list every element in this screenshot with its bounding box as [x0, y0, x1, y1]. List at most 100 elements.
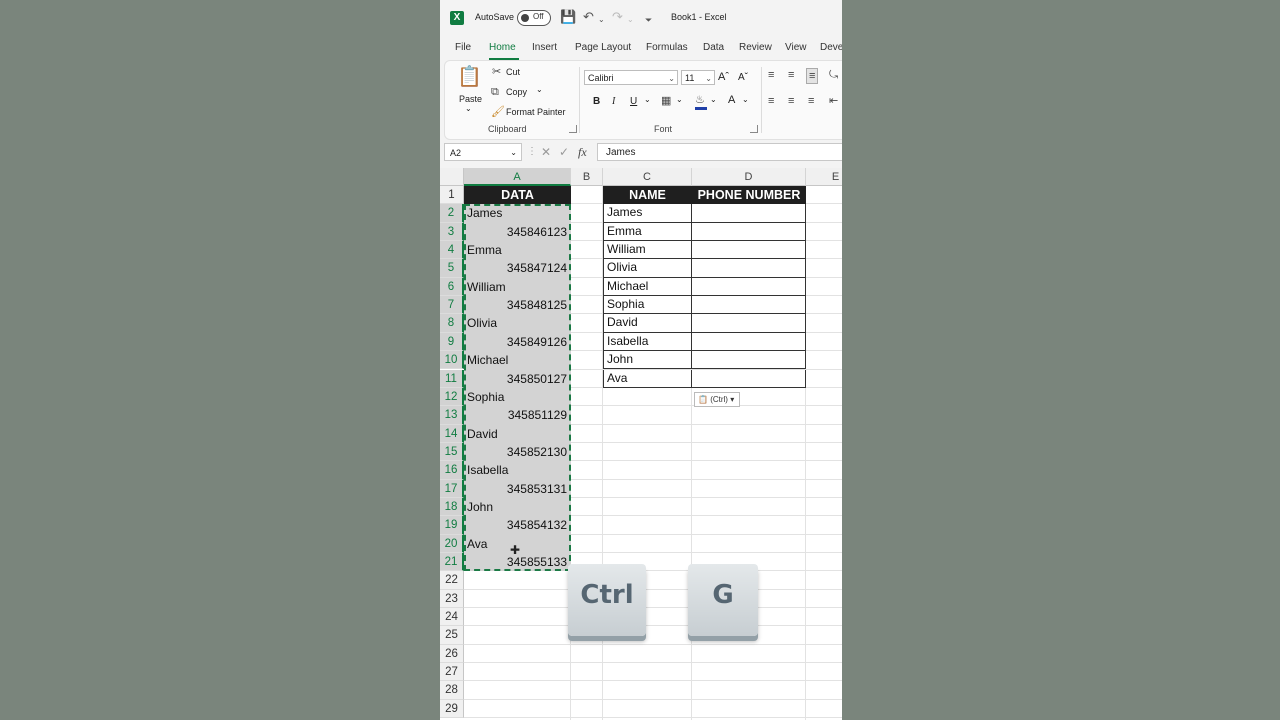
column-header-d[interactable]: D	[692, 168, 806, 186]
cell-d6[interactable]	[691, 277, 806, 297]
row-header-21[interactable]: 21	[440, 553, 464, 572]
decrease-indent-icon[interactable]: ⇤	[829, 94, 838, 108]
decrease-font-size-icon[interactable]: Aˇ	[738, 72, 748, 83]
tab-data[interactable]: Data	[703, 42, 724, 53]
row-header-1[interactable]: 1	[440, 186, 464, 205]
align-center-icon[interactable]: ≡	[788, 94, 794, 108]
row-header-27[interactable]: 27	[440, 663, 464, 682]
font-color-icon[interactable]: A	[728, 94, 735, 106]
row-header-28[interactable]: 28	[440, 681, 464, 700]
align-bottom-icon[interactable]: ≡	[806, 68, 819, 84]
italic-button[interactable]: I	[612, 96, 615, 107]
row-header-14[interactable]: 14	[440, 424, 464, 443]
cell-c4[interactable]: William	[603, 241, 692, 260]
row-header-11[interactable]: 11	[440, 369, 464, 388]
tab-developer[interactable]: Deve	[820, 42, 842, 53]
cancel-icon[interactable]: ✕	[541, 145, 551, 159]
cell-c8[interactable]: David	[603, 314, 692, 333]
row-header-23[interactable]: 23	[440, 589, 464, 609]
row-header-17[interactable]: 17	[440, 479, 464, 498]
row-header-13[interactable]: 13	[440, 406, 464, 425]
increase-font-size-icon[interactable]: Aˆ	[718, 71, 729, 83]
tab-insert[interactable]: Insert	[532, 42, 557, 53]
row-header-10[interactable]: 10	[440, 351, 464, 370]
tab-home[interactable]: Home	[489, 42, 516, 53]
column-header-a[interactable]: A	[464, 168, 571, 186]
cell-d9[interactable]	[691, 332, 806, 352]
cell-d2[interactable]	[691, 204, 806, 223]
cell-d5[interactable]	[691, 259, 806, 278]
phone-number-header-cell[interactable]: PHONE NUMBER	[692, 186, 806, 205]
row-header-4[interactable]: 4	[440, 241, 464, 260]
tab-review[interactable]: Review	[739, 42, 772, 53]
row-header-9[interactable]: 9	[440, 332, 464, 352]
format-painter-button[interactable]: Format Painter	[506, 107, 566, 117]
paste-icon[interactable]: 📋	[457, 66, 482, 88]
row-header-15[interactable]: 15	[440, 442, 464, 462]
cell-d4[interactable]	[691, 241, 806, 260]
row-header-18[interactable]: 18	[440, 497, 464, 517]
row-header-20[interactable]: 20	[440, 534, 464, 553]
column-header-b[interactable]: B	[571, 168, 603, 186]
row-header-8[interactable]: 8	[440, 314, 464, 333]
name-header-cell[interactable]: NAME	[603, 186, 692, 205]
row-header-2[interactable]: 2	[440, 204, 464, 223]
cell-c6[interactable]: Michael	[603, 277, 692, 297]
cell-c2[interactable]: James	[603, 204, 692, 223]
column-header-c[interactable]: C	[603, 168, 692, 186]
fill-color-dropdown-icon[interactable]: ⌄	[710, 95, 717, 104]
autosave-toggle[interactable]: Off	[517, 10, 551, 26]
align-right-icon[interactable]: ≡	[808, 94, 814, 108]
cell-d3[interactable]	[691, 222, 806, 242]
orientation-icon[interactable]: ⤿	[829, 68, 838, 82]
font-color-dropdown-icon[interactable]: ⌄	[742, 95, 749, 104]
tab-formulas[interactable]: Formulas	[646, 42, 688, 53]
worksheet-grid[interactable]: A B C D E 1 2 3 4 5 6 7 8 9 10 11 12 13 14 15 16 17 18 19 2…	[440, 168, 842, 720]
cell-d8[interactable]	[691, 314, 806, 333]
row-header-5[interactable]: 5	[440, 259, 464, 278]
cell-c5[interactable]: Olivia	[603, 259, 692, 278]
undo-dropdown-icon[interactable]: ⌄	[598, 12, 605, 28]
column-header-e[interactable]: E	[806, 168, 842, 186]
borders-icon[interactable]: ▦	[661, 94, 671, 108]
cell-c11[interactable]: Ava	[603, 369, 692, 388]
save-icon[interactable]: 💾	[560, 9, 576, 25]
paste-options-button[interactable]: 📋 (Ctrl) ▾	[694, 392, 740, 407]
row-header-26[interactable]: 26	[440, 644, 464, 664]
row-header-24[interactable]: 24	[440, 608, 464, 627]
cell-c9[interactable]: Isabella	[603, 332, 692, 352]
tab-view[interactable]: View	[785, 42, 807, 53]
align-top-icon[interactable]: ≡	[768, 68, 774, 82]
cell-d10[interactable]	[691, 351, 806, 370]
more-options-icon[interactable]: ⋮	[527, 146, 537, 157]
row-header-3[interactable]: 3	[440, 222, 464, 242]
align-left-icon[interactable]: ≡	[768, 94, 774, 108]
paste-dropdown-icon[interactable]: ⌄	[465, 104, 472, 113]
customize-toolbar-icon[interactable]: ⏷	[645, 12, 652, 28]
name-box[interactable]: A2 ⌄	[444, 143, 522, 161]
tab-file[interactable]: File	[455, 42, 471, 53]
underline-button[interactable]: U	[630, 96, 637, 107]
row-header-7[interactable]: 7	[440, 296, 464, 315]
row-header-6[interactable]: 6	[440, 277, 464, 297]
row-header-22[interactable]: 22	[440, 571, 464, 590]
row-header-16[interactable]: 16	[440, 461, 464, 480]
copy-dropdown-icon[interactable]: ⌄	[536, 85, 543, 94]
align-middle-icon[interactable]: ≡	[788, 68, 794, 82]
redo-icon[interactable]: ↷	[612, 9, 623, 25]
bold-button[interactable]: B	[593, 96, 600, 107]
enter-icon[interactable]: ✓	[559, 145, 569, 159]
cell-d7[interactable]	[691, 296, 806, 315]
clipboard-launcher-icon[interactable]	[569, 125, 577, 133]
row-header-25[interactable]: 25	[440, 626, 464, 645]
cell-c10[interactable]: John	[603, 351, 692, 370]
redo-dropdown-icon[interactable]: ⌄	[627, 12, 634, 28]
borders-dropdown-icon[interactable]: ⌄	[676, 95, 683, 104]
cell-c7[interactable]: Sophia	[603, 296, 692, 315]
font-name-dropdown[interactable]: Calibri ⌄	[584, 70, 678, 85]
font-size-dropdown[interactable]: 11 ⌄	[681, 70, 715, 85]
paste-button[interactable]: Paste	[459, 94, 482, 104]
row-header-12[interactable]: 12	[440, 387, 464, 407]
undo-icon[interactable]: ↶	[583, 9, 594, 25]
insert-function-button[interactable]: fx	[578, 145, 587, 160]
